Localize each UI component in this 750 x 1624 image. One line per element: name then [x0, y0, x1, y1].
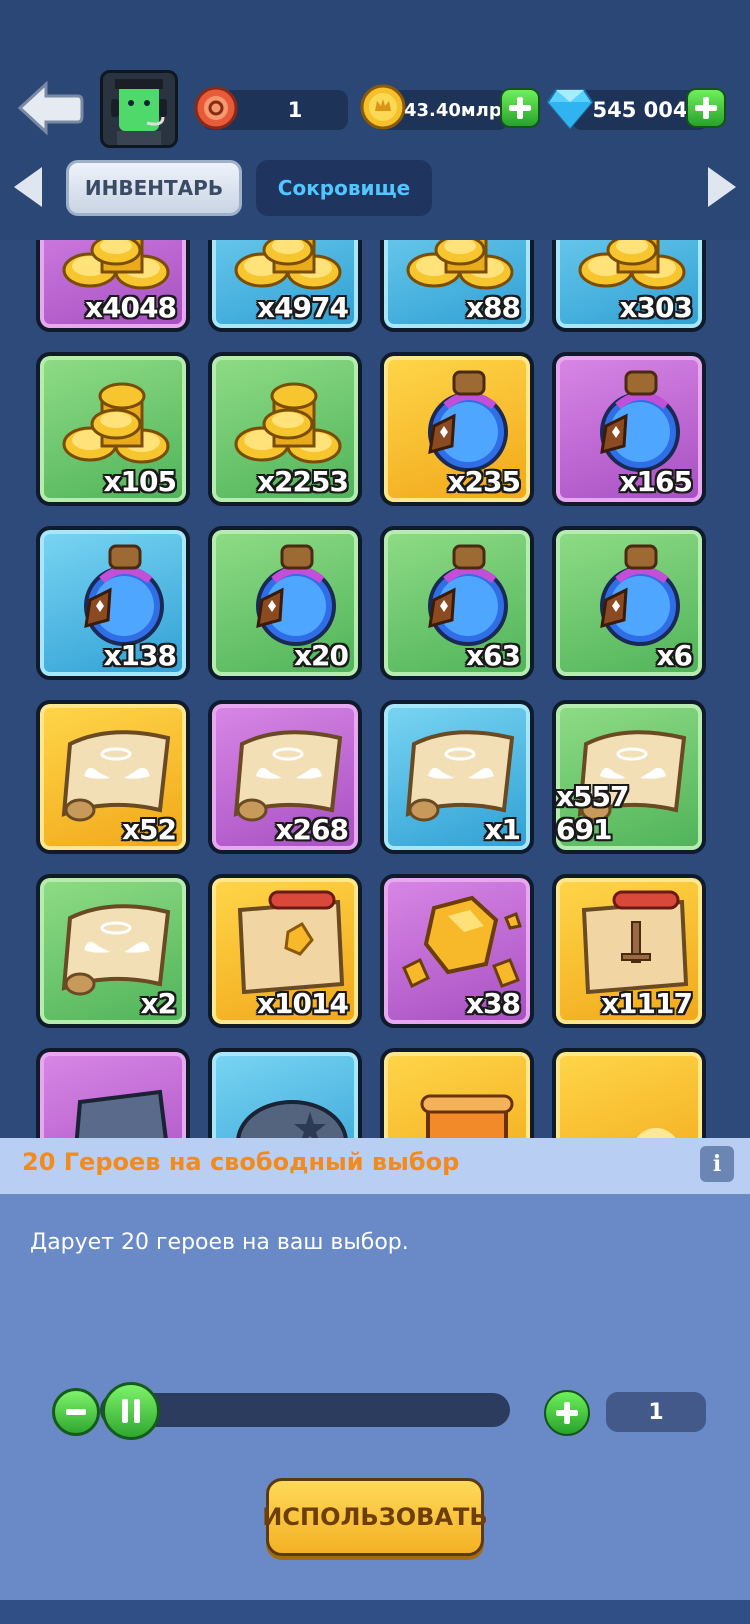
inventory-item-count: x6 [656, 639, 693, 672]
gold-ore-icon [402, 895, 522, 989]
inventory-item-coins[interactable]: x4048 [36, 240, 190, 332]
inventory-item-count: x4048 [85, 291, 177, 324]
inventory-item-potion[interactable]: x165 [552, 352, 706, 506]
inventory-item-coins[interactable]: x88 [380, 240, 534, 332]
inventory-item-count: x52 [121, 813, 177, 846]
potion-bottle-icon [428, 370, 508, 472]
potion-bottle-icon [256, 544, 336, 646]
inventory-item-background [40, 1052, 186, 1138]
quantity-slider-handle[interactable] [102, 1382, 160, 1440]
scroll-wings-icon [61, 904, 171, 996]
sparkle-icon [636, 1128, 676, 1138]
inventory-grid[interactable]: x4048 x4974 x88 x303 x105 x2253 x235 x165 x138 x2… [0, 240, 750, 1138]
decrease-quantity-button[interactable] [52, 1388, 100, 1436]
rune-stone-icon [74, 1089, 168, 1138]
scroll-wings-icon [233, 730, 343, 822]
use-button[interactable]: ИСПОЛЬЗОВАТЬ [262, 1478, 488, 1556]
inventory-item-count: x1 [484, 813, 521, 846]
potion-bottle-icon [84, 544, 164, 646]
sword-scroll-icon [581, 890, 689, 995]
inventory-item-count: x138 [103, 639, 177, 672]
inventory-item-count: x63 [465, 639, 521, 672]
tab-treasure[interactable]: Сокровище [256, 160, 432, 216]
inventory-item-orange-scroll[interactable] [380, 1048, 534, 1138]
inventory-item-count: x165 [619, 465, 693, 498]
inventory-item-background [556, 1052, 702, 1138]
inventory-item-potion[interactable]: x138 [36, 526, 190, 680]
inventory-item-count: x2253 [257, 465, 349, 498]
level-value: 1 [287, 98, 303, 122]
inventory-item-count: x4974 [257, 291, 349, 324]
inventory-item-count: x88 [465, 291, 521, 324]
inventory-item-scroll-wings[interactable]: x2 [36, 874, 190, 1028]
inventory-item-scroll-wings[interactable]: x1 [380, 700, 534, 854]
inventory-item-count: x38 [465, 987, 521, 1020]
potion-bottle-icon [600, 370, 680, 472]
item-description: Дарует 20 героев на ваш выбор. [30, 1230, 409, 1255]
inventory-item-glow[interactable] [552, 1048, 706, 1138]
inventory-item-scroll-wings[interactable]: x557 691 [552, 700, 706, 854]
inventory-item-potion[interactable]: x235 [380, 352, 534, 506]
inventory-item-count: x105 [103, 465, 177, 498]
level-medal-icon [194, 86, 238, 130]
inventory-item-coins[interactable]: x2253 [208, 352, 362, 506]
inventory-item-count: x235 [447, 465, 521, 498]
tab-bar: ИНВЕНТАРЬ Сокровище [0, 150, 750, 240]
item-detail-panel: 20 Героев на свободный выбор i Дарует 20… [0, 1138, 750, 1624]
gems-value: 545 004 [592, 98, 688, 122]
diamond-icon [546, 89, 594, 130]
inventory-item-count: x303 [619, 291, 693, 324]
scroll-wings-icon [61, 730, 171, 822]
quantity-slider-track[interactable] [100, 1393, 510, 1427]
increase-quantity-button[interactable] [544, 1390, 590, 1436]
potion-bottle-icon [600, 544, 680, 646]
inventory-item-count: x557 691 [556, 780, 630, 846]
inventory-item-potion[interactable]: x6 [552, 526, 706, 680]
add-gold-button[interactable] [500, 88, 540, 128]
inventory-item-background [212, 1052, 358, 1138]
potion-bottle-icon [428, 544, 508, 646]
gold-coins-icon [62, 382, 170, 464]
inventory-item-sword-scroll[interactable]: x1117 [552, 874, 706, 1028]
gold-coins-icon [234, 382, 342, 464]
scroll-wings-icon [405, 730, 515, 822]
inventory-item-potion[interactable]: x63 [380, 526, 534, 680]
tab-inventory[interactable]: ИНВЕНТАРЬ [66, 160, 242, 216]
player-avatar[interactable] [100, 70, 178, 148]
info-icon[interactable]: i [700, 1146, 734, 1182]
orange-scroll-icon [420, 1094, 514, 1138]
star-stone-icon [236, 1100, 348, 1138]
inventory-item-coins[interactable]: x4974 [208, 240, 362, 332]
inventory-item-count: x268 [275, 813, 349, 846]
item-title: 20 Героев на свободный выбор [22, 1148, 460, 1176]
inventory-item-potion[interactable]: x20 [208, 526, 362, 680]
inventory-item-gold-ore[interactable]: x38 [380, 874, 534, 1028]
map-scroll-icon [237, 890, 345, 995]
item-detail-header: 20 Героев на свободный выбор i [0, 1138, 750, 1194]
top-bar: 1 43.40млрд 545 004 [0, 0, 750, 150]
tab-prev-arrow-icon[interactable] [14, 167, 42, 207]
inventory-item-scroll-wings[interactable]: x268 [208, 700, 362, 854]
gold-coin-icon [360, 84, 406, 130]
bottom-strip [0, 1600, 750, 1624]
inventory-item-rune-stone[interactable] [36, 1048, 190, 1138]
inventory-item-coins[interactable]: x303 [552, 240, 706, 332]
inventory-item-count: x20 [293, 639, 349, 672]
inventory-item-background [384, 1052, 530, 1138]
inventory-item-count: x1014 [257, 987, 349, 1020]
back-arrow-icon[interactable] [16, 78, 84, 138]
tab-next-arrow-icon[interactable] [708, 167, 736, 207]
add-gems-button[interactable] [686, 88, 726, 128]
inventory-item-count: x2 [140, 987, 177, 1020]
inventory-item-count: x1117 [601, 987, 693, 1020]
inventory-item-star-stone[interactable] [208, 1048, 362, 1138]
quantity-value: 1 [606, 1392, 706, 1432]
inventory-item-coins[interactable]: x105 [36, 352, 190, 506]
inventory-item-scroll-wings[interactable]: x52 [36, 700, 190, 854]
inventory-item-map-scroll[interactable]: x1014 [208, 874, 362, 1028]
